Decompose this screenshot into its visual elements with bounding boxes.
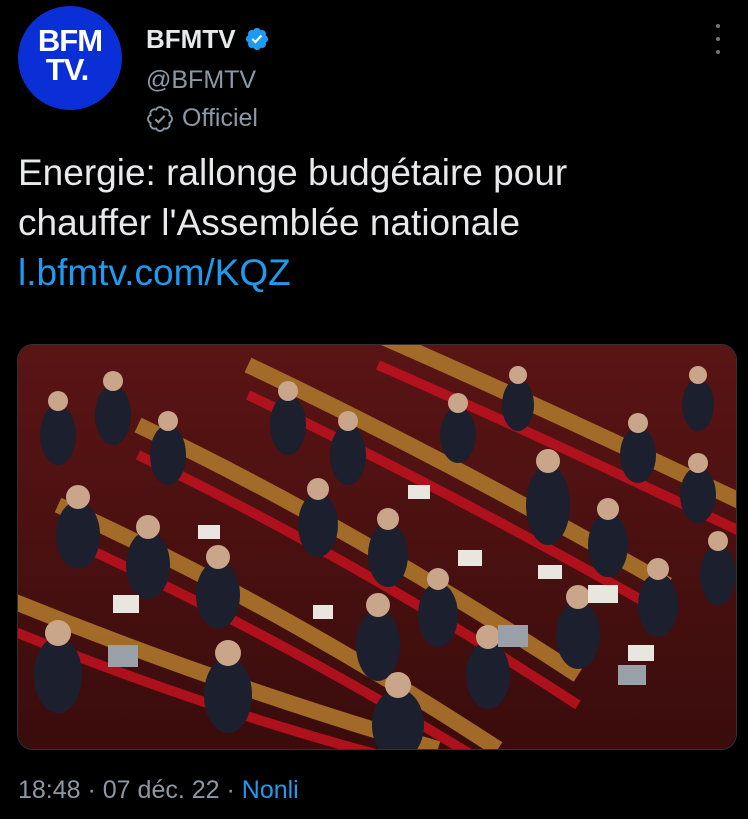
tweet-source[interactable]: Nonli: [242, 776, 299, 804]
official-text: Officiel: [182, 104, 258, 132]
avatar[interactable]: BFM TV.: [18, 6, 122, 110]
verified-badge-icon: [245, 27, 268, 51]
official-check-badge-icon: [147, 105, 173, 132]
avatar-logo-line2: TV.: [45, 52, 89, 87]
tweet-text: Energie: rallonge budgétaire pour chauff…: [18, 148, 718, 298]
handle[interactable]: @BFMTV: [146, 66, 256, 95]
assembly-photo-illustration: [18, 345, 736, 749]
display-name[interactable]: BFMTV: [146, 24, 236, 55]
tweet-link[interactable]: l.bfmtv.com/KQZ: [18, 248, 718, 298]
tweet-photo[interactable]: [17, 344, 737, 750]
tweet-header: BFMTV @BFMTV Officiel: [146, 22, 270, 132]
tweet-time[interactable]: 18:48: [18, 776, 81, 804]
more-options-icon[interactable]: [708, 24, 728, 54]
tweet-date[interactable]: 07 déc. 22: [103, 776, 220, 804]
official-label: Officiel: [146, 104, 258, 133]
tweet-text-line1: Energie: rallonge budgétaire pour: [18, 152, 568, 193]
meta-separator: ·: [219, 776, 242, 804]
meta-separator: ·: [80, 776, 103, 804]
tweet-metadata: 18:48 · 07 déc. 22 · Nonli: [18, 776, 299, 805]
tweet-text-line2: chauffer l'Assemblée nationale: [18, 202, 521, 243]
